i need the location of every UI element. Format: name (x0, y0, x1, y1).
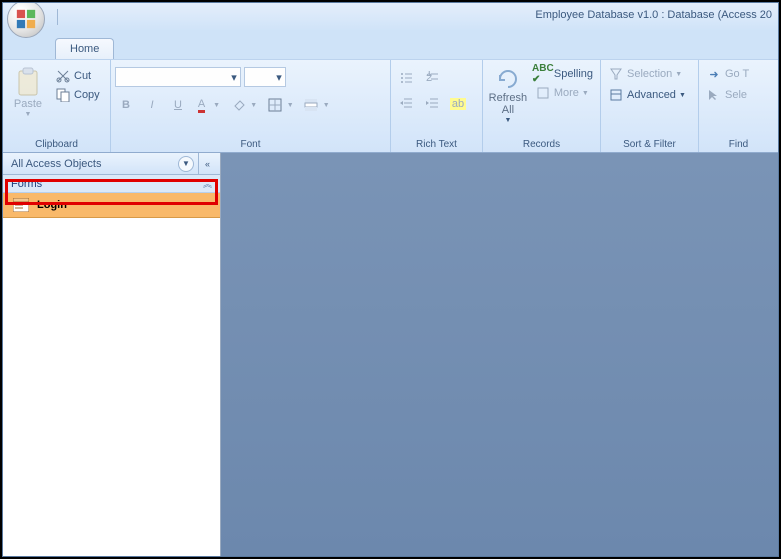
chevron-down-icon: ▼ (504, 117, 511, 124)
nav-category-forms[interactable]: Forms ︽ (3, 175, 220, 193)
refresh-icon (496, 67, 520, 91)
spellcheck-icon: ABC✔ (535, 66, 551, 82)
clipboard-icon (15, 67, 41, 97)
fill-color-button[interactable]: ▼ (229, 94, 261, 116)
font-group-label: Font (115, 137, 386, 152)
goto-label: Go T (725, 68, 749, 80)
chevron-down-icon: ▾ (228, 71, 240, 84)
nav-category-label: Forms (11, 178, 42, 190)
bold-button[interactable]: B (115, 94, 137, 116)
selection-button[interactable]: Selection ▼ (605, 65, 685, 83)
find-group-label: Find (703, 137, 774, 152)
svg-text:2: 2 (426, 72, 432, 84)
list-icon (399, 71, 413, 85)
group-records: Refresh All ▼ ABC✔ Spelling More ▼ (483, 60, 601, 152)
rows-icon (304, 98, 318, 112)
highlight-button[interactable]: ab (447, 93, 469, 115)
copy-button[interactable]: Copy (52, 86, 103, 104)
font-size-combo[interactable]: ▾ (244, 67, 286, 87)
font-color-button[interactable]: A▼ (193, 94, 225, 116)
bucket-icon (233, 99, 245, 111)
advanced-button[interactable]: Advanced ▼ (605, 86, 689, 104)
nav-item-login[interactable]: Login (3, 193, 220, 218)
ribbon-tabs: Home (55, 35, 778, 59)
copy-label: Copy (74, 89, 100, 101)
font-family-combo[interactable]: ▾ (115, 67, 241, 87)
cut-label: Cut (74, 70, 91, 82)
nav-item-label: Login (37, 199, 67, 211)
advanced-filter-icon (608, 87, 624, 103)
group-find: ➜ Go T Sele Find (699, 60, 778, 152)
nav-dropdown-button[interactable]: ▼ (178, 156, 194, 172)
bullets-button[interactable] (395, 67, 417, 89)
chevron-up-icon: ︽ (203, 177, 212, 190)
copy-icon (55, 87, 71, 103)
group-font: ▾ ▾ B I U A▼ ▼ ▼ ▼ (111, 60, 391, 152)
decrease-indent-button[interactable] (395, 93, 417, 115)
ribbon: Paste ▼ Cut Copy (3, 59, 778, 153)
richtext-group-label: Rich Text (395, 137, 478, 152)
cut-button[interactable]: Cut (52, 67, 103, 85)
goto-icon: ➜ (706, 66, 722, 82)
quick-access-toolbar (57, 9, 58, 25)
numbered-list-icon: 12 (425, 71, 439, 85)
goto-button[interactable]: ➜ Go T (703, 65, 752, 83)
filter-selection-icon (608, 66, 624, 82)
records-group-label: Records (487, 137, 596, 152)
group-clipboard: Paste ▼ Cut Copy (3, 60, 111, 152)
select-label: Sele (725, 89, 747, 101)
outdent-icon (399, 97, 413, 111)
nav-header-title: All Access Objects (11, 158, 101, 170)
navigation-pane: All Access Objects ▼ « Forms ︽ Login (3, 153, 221, 556)
italic-button[interactable]: I (141, 94, 163, 116)
underline-button[interactable]: U (167, 94, 189, 116)
group-richtext: 12 ab Rich Text (391, 60, 483, 152)
chevron-down-icon: ▼ (25, 111, 32, 118)
form-icon (13, 197, 29, 213)
tab-home[interactable]: Home (55, 38, 114, 59)
more-label: More (554, 87, 579, 99)
app-window: Employee Database v1.0 : Database (Acces… (2, 2, 779, 557)
advanced-label: Advanced (627, 89, 676, 101)
clipboard-group-label: Clipboard (7, 137, 106, 152)
numbering-button[interactable]: 12 (421, 67, 443, 89)
paste-button[interactable]: Paste ▼ (7, 63, 49, 118)
indent-icon (425, 97, 439, 111)
office-logo-icon (15, 8, 37, 30)
refresh-all-button[interactable]: Refresh All ▼ (487, 63, 529, 124)
qat-separator (57, 9, 58, 25)
spelling-button[interactable]: ABC✔ Spelling (532, 65, 596, 83)
window-title: Employee Database v1.0 : Database (Acces… (535, 9, 772, 21)
selection-label: Selection (627, 68, 672, 80)
alt-row-color-button[interactable]: ▼ (301, 94, 333, 116)
paste-label: Paste (14, 98, 42, 110)
nav-pane-header[interactable]: All Access Objects ▼ « (3, 153, 220, 175)
chevron-down-icon: ▾ (273, 71, 285, 84)
more-button[interactable]: More ▼ (532, 84, 596, 102)
refresh-label: Refresh All (489, 92, 528, 116)
document-area (221, 153, 778, 556)
grid-icon (268, 98, 282, 112)
group-sort-filter: Selection ▼ Advanced ▼ Sort & Filter (601, 60, 699, 152)
select-button[interactable]: Sele (703, 86, 750, 104)
gridlines-button[interactable]: ▼ (265, 94, 297, 116)
increase-indent-button[interactable] (421, 93, 443, 115)
scissors-icon (55, 68, 71, 84)
office-button[interactable] (7, 2, 45, 38)
more-icon (535, 85, 551, 101)
title-bar: Employee Database v1.0 : Database (Acces… (3, 3, 778, 31)
nav-collapse-button[interactable]: « (198, 153, 216, 175)
sortfilter-group-label: Sort & Filter (605, 137, 694, 152)
select-icon (706, 87, 722, 103)
spelling-label: Spelling (554, 68, 593, 80)
